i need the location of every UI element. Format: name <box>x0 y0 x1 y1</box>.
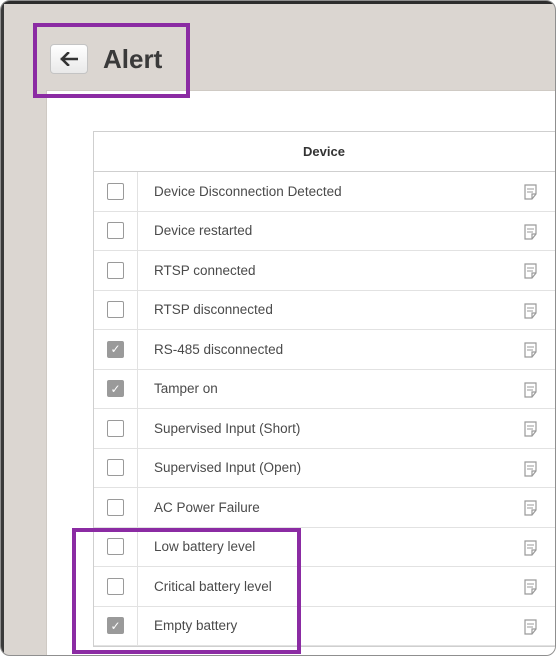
memo-icon[interactable] <box>524 302 537 324</box>
row-checkbox[interactable] <box>107 182 124 200</box>
table-row[interactable]: RS-485 disconnected <box>94 330 555 370</box>
table-row[interactable]: Empty battery <box>94 606 555 646</box>
checkbox-cell <box>94 606 138 645</box>
row-label: Low battery level <box>154 539 256 555</box>
row-checkbox[interactable] <box>107 538 124 556</box>
memo-icon[interactable] <box>524 618 537 640</box>
row-label: AC Power Failure <box>154 499 260 515</box>
row-checkbox[interactable] <box>107 340 124 358</box>
arrow-left-icon <box>60 52 78 66</box>
memo-icon[interactable] <box>524 263 537 284</box>
checkbox-cell <box>94 488 138 527</box>
table-body: Device Disconnection Detected Device rest… <box>94 172 555 646</box>
row-checkbox[interactable] <box>107 380 124 398</box>
table-row[interactable]: Supervised Input (Open) <box>94 448 555 488</box>
memo-icon[interactable] <box>524 421 537 442</box>
checkbox-cell <box>94 448 138 487</box>
row-label: Device Disconnection Detected <box>154 183 342 199</box>
memo-icon[interactable] <box>524 342 537 363</box>
row-checkbox[interactable] <box>107 261 124 279</box>
checkbox-cell <box>94 290 138 329</box>
table-row[interactable]: RTSP connected <box>94 251 555 291</box>
row-checkbox[interactable] <box>107 577 124 595</box>
row-label: Tamper on <box>154 381 218 397</box>
row-checkbox[interactable] <box>107 498 124 516</box>
row-checkbox[interactable] <box>107 419 124 437</box>
checkbox-cell <box>94 409 138 448</box>
checkbox-cell <box>94 330 138 369</box>
table-row[interactable]: Low battery level <box>94 527 555 567</box>
checkbox-cell <box>94 567 138 606</box>
table-row[interactable]: RTSP disconnected <box>94 290 555 330</box>
row-checkbox[interactable] <box>107 301 124 319</box>
column-header-device: Device <box>94 132 555 172</box>
table-row[interactable]: Tamper on <box>94 369 555 409</box>
checkbox-cell <box>94 211 138 250</box>
page-title: Alert <box>103 43 163 74</box>
app-window: Alert Device Device Disconnection Detect… <box>0 0 556 656</box>
memo-icon[interactable] <box>524 381 537 403</box>
row-checkbox[interactable] <box>107 617 124 635</box>
row-label: Critical battery level <box>154 578 272 594</box>
checkbox-cell <box>94 251 138 290</box>
table-row[interactable]: Critical battery level <box>94 567 555 607</box>
row-label: RTSP connected <box>154 262 256 278</box>
window-top-edge <box>1 1 555 4</box>
memo-icon[interactable] <box>524 500 537 521</box>
window-left-edge <box>1 1 4 655</box>
checkbox-cell <box>94 369 138 408</box>
table-row[interactable]: Supervised Input (Short) <box>94 409 555 449</box>
row-label: Empty battery <box>154 618 238 634</box>
row-label: Supervised Input (Short) <box>154 420 301 436</box>
checkbox-cell <box>94 172 138 211</box>
table-row[interactable]: AC Power Failure <box>94 488 555 528</box>
row-label: Supervised Input (Open) <box>154 460 302 476</box>
back-button[interactable] <box>50 44 88 74</box>
row-label: RS-485 disconnected <box>154 341 284 357</box>
row-label: RTSP disconnected <box>154 302 273 318</box>
memo-icon[interactable] <box>524 223 537 245</box>
memo-icon[interactable] <box>524 460 537 482</box>
page-header: Alert <box>50 41 162 77</box>
table-row[interactable]: Device Disconnection Detected <box>94 172 555 212</box>
table-row[interactable]: Device restarted <box>94 211 555 251</box>
row-checkbox[interactable] <box>107 459 124 477</box>
memo-icon[interactable] <box>524 184 537 205</box>
device-alert-table: Device Device Disconnection Detected Devi… <box>93 131 555 647</box>
checkbox-cell <box>94 527 138 566</box>
row-checkbox[interactable] <box>107 222 124 240</box>
memo-icon[interactable] <box>524 579 537 600</box>
row-label: Device restarted <box>154 223 253 239</box>
memo-icon[interactable] <box>524 539 537 561</box>
